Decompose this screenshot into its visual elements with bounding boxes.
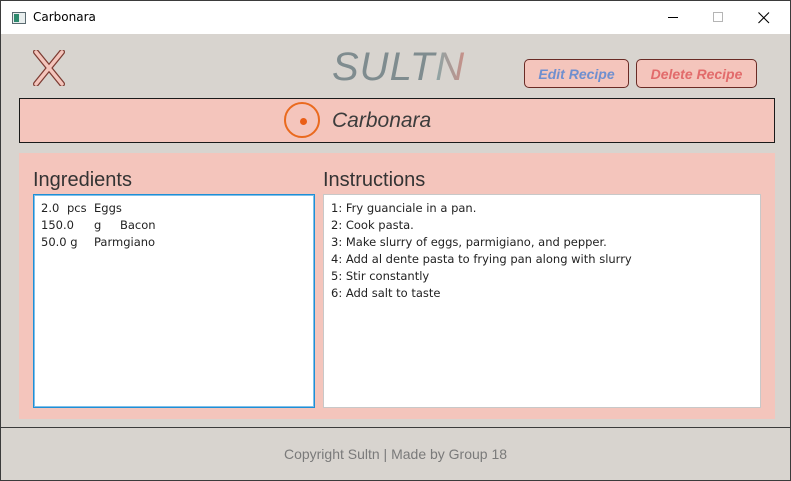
instruction-step: 1: Fry guanciale in a pan. (331, 201, 477, 215)
ingredient-amount: 150.0 (41, 218, 74, 232)
app-window: Carbonara SULTN Edit Recipe Delete Recip… (0, 0, 791, 481)
app-logo: SULTN (332, 45, 465, 89)
instructions-text[interactable]: 1: Fry guanciale in a pan. 2: Cook pasta… (323, 194, 761, 408)
logo-accent-letter: N (435, 45, 466, 89)
window-close-button[interactable] (741, 1, 787, 34)
instructions-heading: Instructions (323, 169, 426, 191)
window-title: Carbonara (33, 10, 96, 24)
ingredient-name: Eggs (94, 201, 122, 215)
delete-recipe-button[interactable]: Delete Recipe (636, 59, 757, 88)
recipe-details-panel: Ingredients Instructions 2.0 pcs Eggs 15… (19, 153, 775, 419)
maximize-button[interactable] (695, 1, 741, 34)
footer-copyright: Copyright Sultn | Made by Group 18 (283, 446, 508, 462)
minimize-button[interactable] (650, 1, 696, 34)
category-circle-icon (284, 102, 320, 138)
ingredients-list[interactable]: 2.0 pcs Eggs 150.0 g Bacon 50.0 g Parmgi… (33, 194, 315, 408)
app-icon (12, 12, 26, 24)
ingredient-unit: g (94, 218, 102, 232)
close-icon (758, 11, 770, 23)
maximize-icon (712, 12, 723, 22)
x-icon[interactable] (33, 50, 65, 86)
instruction-step: 4: Add al dente pasta to frying pan alon… (331, 252, 632, 266)
ingredient-amount: 2.0 (41, 201, 60, 215)
instruction-step: 6: Add salt to taste (331, 286, 441, 300)
minimize-icon (667, 17, 678, 18)
recipe-title-bar: Carbonara (19, 98, 775, 143)
ingredient-amount: 50.0 g (41, 235, 78, 249)
ingredients-heading: Ingredients (33, 169, 132, 191)
instruction-step: 5: Stir constantly (331, 269, 430, 283)
ingredient-name: Parmgiano (94, 235, 156, 249)
instruction-step: 3: Make slurry of eggs, parmigiano, and … (331, 235, 607, 249)
ingredient-name: Bacon (120, 218, 156, 232)
footer-divider (1, 427, 790, 428)
edit-recipe-button[interactable]: Edit Recipe (524, 59, 629, 88)
title-bar[interactable]: Carbonara (1, 1, 790, 34)
instruction-step: 2: Cook pasta. (331, 218, 414, 232)
ingredient-unit: pcs (67, 201, 87, 215)
recipe-name: Carbonara (332, 109, 432, 132)
logo-text: SULT (332, 45, 436, 89)
